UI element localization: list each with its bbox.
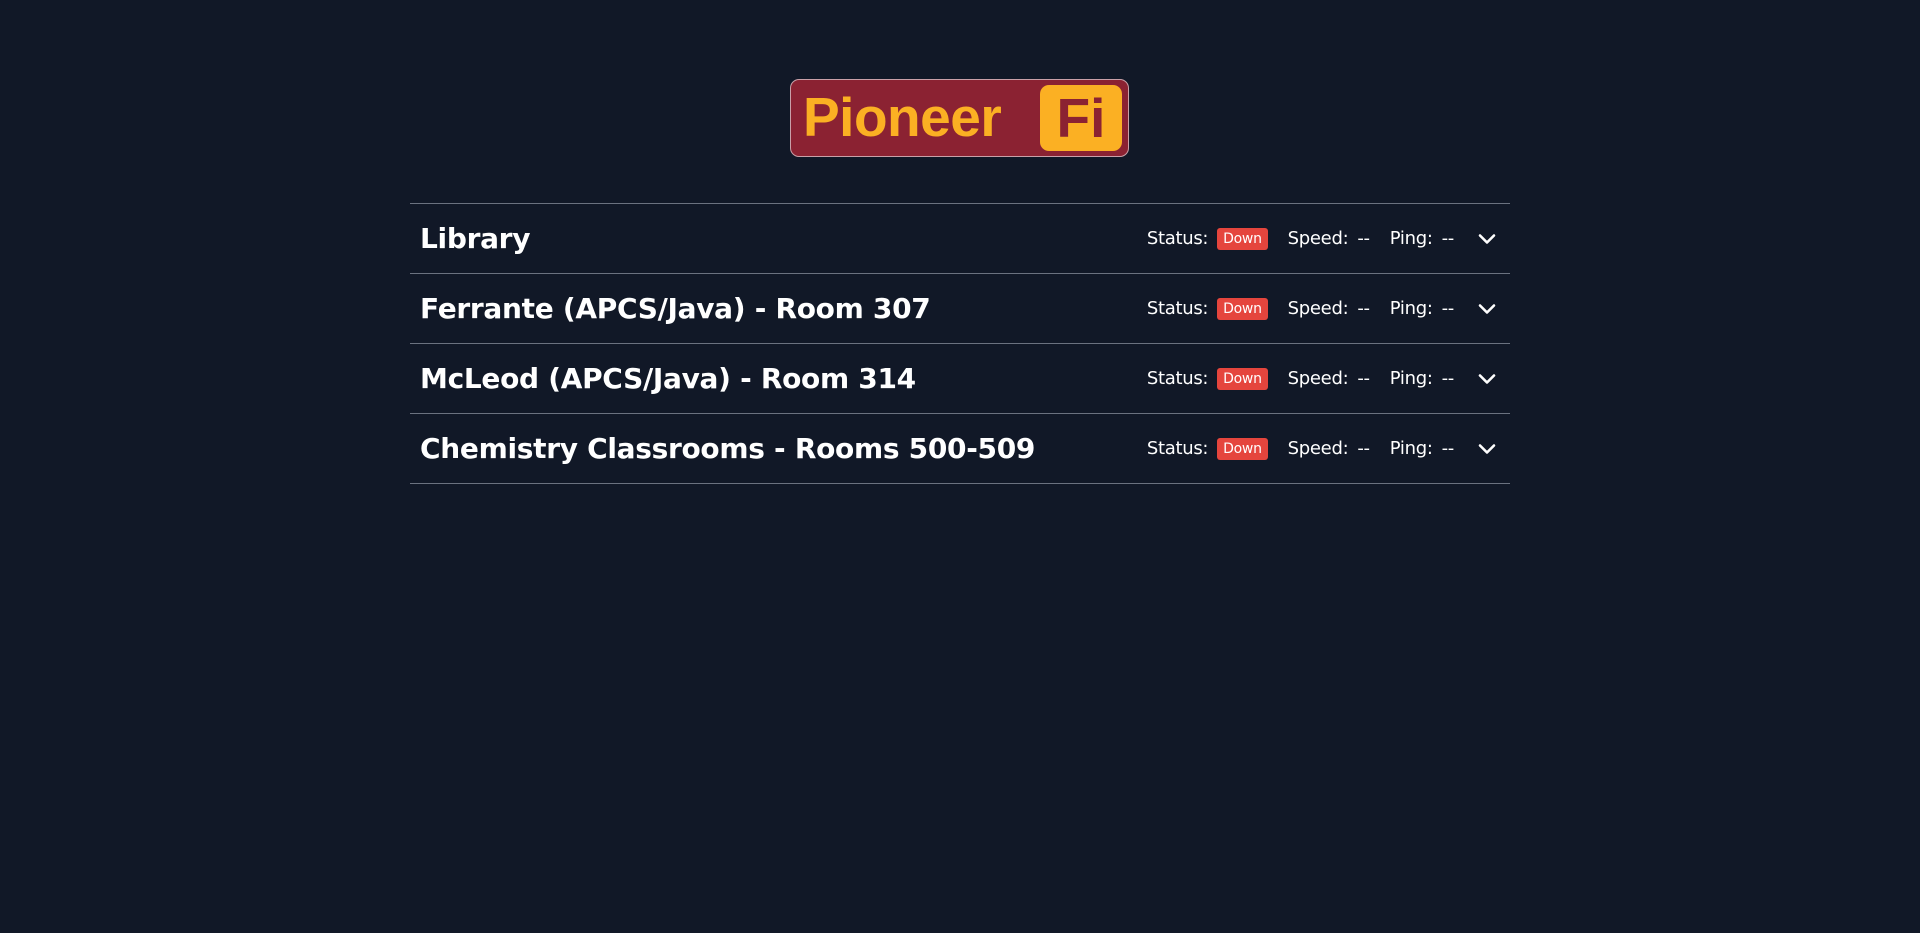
room-list: Library Status: Down Speed: -- Ping: -- …: [410, 203, 1510, 484]
room-name: Library: [420, 222, 531, 255]
status-label: Status:: [1146, 298, 1209, 319]
logo-badge: Fi: [1040, 85, 1122, 151]
pioneer-fi-logo: Pioneer Fi: [790, 79, 1129, 157]
ping-value: --: [1441, 228, 1455, 249]
ping-label: Ping:: [1389, 298, 1433, 319]
speed-value: --: [1357, 228, 1370, 249]
chevron-down-icon[interactable]: [1476, 438, 1498, 460]
status-label: Status:: [1146, 368, 1209, 389]
room-stats: Status: Down Speed: -- Ping: --: [1147, 274, 1498, 343]
room-stats: Status: Down Speed: -- Ping: --: [1147, 204, 1498, 273]
speed-value: --: [1357, 368, 1370, 389]
status-badge: Down: [1217, 367, 1268, 390]
ping-label: Ping:: [1389, 438, 1433, 459]
room-name: McLeod (APCS/Java) - Room 314: [420, 362, 916, 395]
ping-value: --: [1441, 368, 1455, 389]
ping-value: --: [1441, 298, 1455, 319]
speed-label: Speed:: [1287, 368, 1349, 389]
room-row[interactable]: McLeod (APCS/Java) - Room 314 Status: Do…: [410, 344, 1510, 414]
room-stats: Status: Down Speed: -- Ping: --: [1147, 414, 1498, 483]
status-label: Status:: [1146, 228, 1209, 249]
room-stats: Status: Down Speed: -- Ping: --: [1147, 344, 1498, 413]
speed-label: Speed:: [1287, 438, 1349, 459]
status-badge: Down: [1217, 297, 1268, 320]
chevron-down-icon[interactable]: [1476, 228, 1498, 250]
room-name: Ferrante (APCS/Java) - Room 307: [420, 292, 931, 325]
ping-label: Ping:: [1389, 228, 1433, 249]
page: Pioneer Fi Library Status: Down Speed: -…: [0, 0, 1920, 933]
speed-label: Speed:: [1287, 228, 1349, 249]
ping-value: --: [1441, 438, 1455, 459]
room-name: Chemistry Classrooms - Rooms 500-509: [420, 432, 1036, 465]
speed-label: Speed:: [1287, 298, 1349, 319]
chevron-down-icon[interactable]: [1476, 368, 1498, 390]
status-label: Status:: [1146, 438, 1209, 459]
ping-label: Ping:: [1389, 368, 1433, 389]
speed-value: --: [1357, 438, 1370, 459]
room-row[interactable]: Ferrante (APCS/Java) - Room 307 Status: …: [410, 274, 1510, 344]
status-badge: Down: [1217, 227, 1268, 250]
chevron-down-icon[interactable]: [1476, 298, 1498, 320]
speed-value: --: [1357, 298, 1370, 319]
room-row[interactable]: Library Status: Down Speed: -- Ping: --: [410, 204, 1510, 274]
logo-word: Pioneer: [803, 86, 1002, 148]
room-row[interactable]: Chemistry Classrooms - Rooms 500-509 Sta…: [410, 414, 1510, 484]
status-badge: Down: [1217, 437, 1268, 460]
